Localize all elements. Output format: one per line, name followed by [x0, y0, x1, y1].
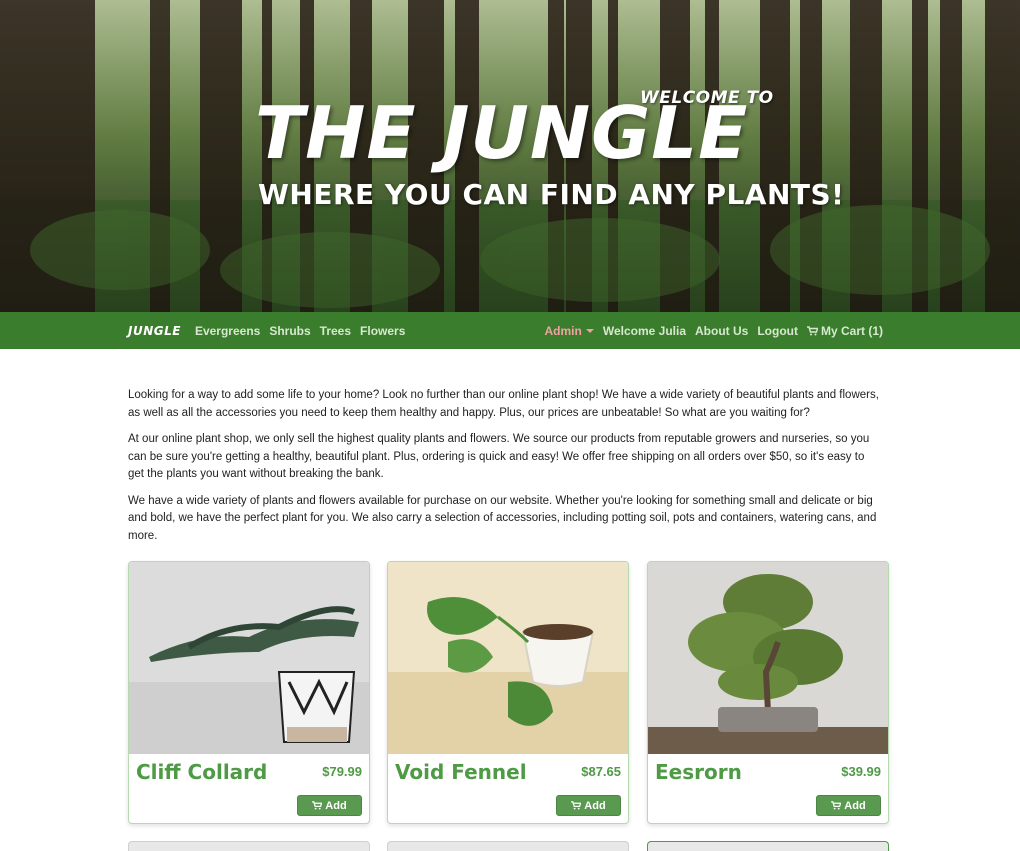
- cart-icon: [831, 801, 842, 810]
- nav-link-evergreens[interactable]: Evergreens: [195, 324, 260, 338]
- admin-dropdown[interactable]: Admin: [545, 324, 594, 338]
- add-to-cart-button[interactable]: Add: [556, 795, 621, 816]
- welcome-user-text: Welcome Julia: [602, 323, 686, 338]
- nav-link-about[interactable]: About Us: [695, 324, 748, 338]
- nav-link-flowers[interactable]: Flowers: [360, 324, 405, 338]
- hero-subtitle: WHERE YOU CAN FIND ANY PLANTS!: [258, 178, 845, 211]
- product-card[interactable]: Cliff Collard $79.99 Add: [128, 561, 370, 824]
- intro-paragraph-1: Looking for a way to add some life to yo…: [128, 389, 879, 419]
- product-price: $87.65: [581, 764, 621, 779]
- product-image: [129, 562, 369, 754]
- product-name: Cliff Collard: [136, 760, 268, 784]
- nav-link-trees[interactable]: Trees: [320, 324, 351, 338]
- product-name: Eesrorn: [655, 760, 742, 784]
- product-price: $79.99: [322, 764, 362, 779]
- cart-icon: [806, 325, 819, 335]
- admin-dropdown-label: Admin: [544, 323, 582, 338]
- add-button-label: Add: [325, 799, 347, 812]
- product-name: Void Fennel: [395, 760, 527, 784]
- intro-paragraph-3: We have a wide variety of plants and flo…: [128, 494, 877, 542]
- my-cart-label: My Cart (1): [820, 323, 883, 338]
- cart-icon: [571, 801, 582, 810]
- add-button-label: Add: [584, 799, 606, 812]
- nav-link-shrubs[interactable]: Shrubs: [269, 324, 310, 338]
- product-price: $39.99: [841, 764, 881, 779]
- cart-icon: [312, 801, 323, 810]
- intro-section: Looking for a way to add some life to yo…: [0, 349, 1020, 545]
- product-card[interactable]: Void Fennel $87.65 Add: [387, 561, 629, 824]
- my-cart-link[interactable]: My Cart (1): [806, 323, 883, 338]
- hero-title: THE JUNGLE: [255, 91, 749, 175]
- product-card-partial[interactable]: [128, 841, 370, 851]
- product-image: [388, 562, 628, 754]
- product-card-partial[interactable]: [647, 841, 889, 851]
- hero-banner: WELCOME TO THE JUNGLE WHERE YOU CAN FIND…: [0, 0, 1020, 312]
- brand-logo[interactable]: JUNGLE: [128, 324, 181, 338]
- product-card-partial[interactable]: [387, 841, 629, 851]
- main-navbar: JUNGLE Evergreens Shrubs Trees Flowers A…: [0, 312, 1020, 349]
- product-card[interactable]: Eesrorn $39.99 Add: [647, 561, 889, 824]
- intro-paragraph-2: At our online plant shop, we only sell t…: [128, 433, 870, 480]
- add-button-label: Add: [844, 799, 866, 812]
- add-to-cart-button[interactable]: Add: [816, 795, 881, 816]
- add-to-cart-button[interactable]: Add: [297, 795, 362, 816]
- logout-link[interactable]: Logout: [757, 324, 798, 338]
- product-image: [648, 562, 888, 754]
- caret-down-icon: [585, 329, 594, 334]
